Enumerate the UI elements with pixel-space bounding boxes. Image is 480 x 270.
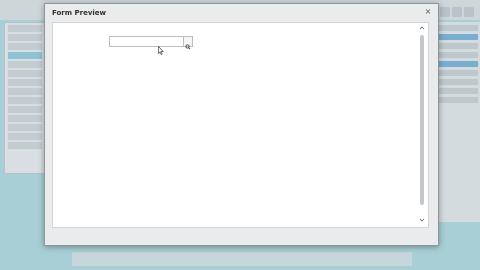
- chevron-up-icon[interactable]: [419, 25, 425, 31]
- search-icon: [185, 44, 191, 50]
- chevron-down-icon[interactable]: [419, 217, 425, 223]
- dialog-content: [52, 22, 429, 228]
- background-right-panel: [436, 22, 480, 222]
- background-window-controls: [438, 2, 478, 18]
- dialog-header: Form Preview ×: [45, 4, 438, 22]
- dialog-footer: [45, 226, 438, 245]
- scrollbar-thumb[interactable]: [420, 35, 424, 205]
- background-status-bar: [72, 252, 412, 266]
- dialog-title: Form Preview: [52, 9, 106, 17]
- close-icon[interactable]: ×: [423, 7, 433, 17]
- form-preview-dialog: Form Preview ×: [44, 3, 439, 246]
- mouse-cursor-icon: [158, 46, 164, 55]
- search-input[interactable]: [109, 36, 184, 47]
- search-field: [109, 36, 193, 50]
- search-button[interactable]: [184, 36, 193, 50]
- vertical-scrollbar[interactable]: [419, 25, 425, 225]
- background-sidebar: [4, 22, 46, 174]
